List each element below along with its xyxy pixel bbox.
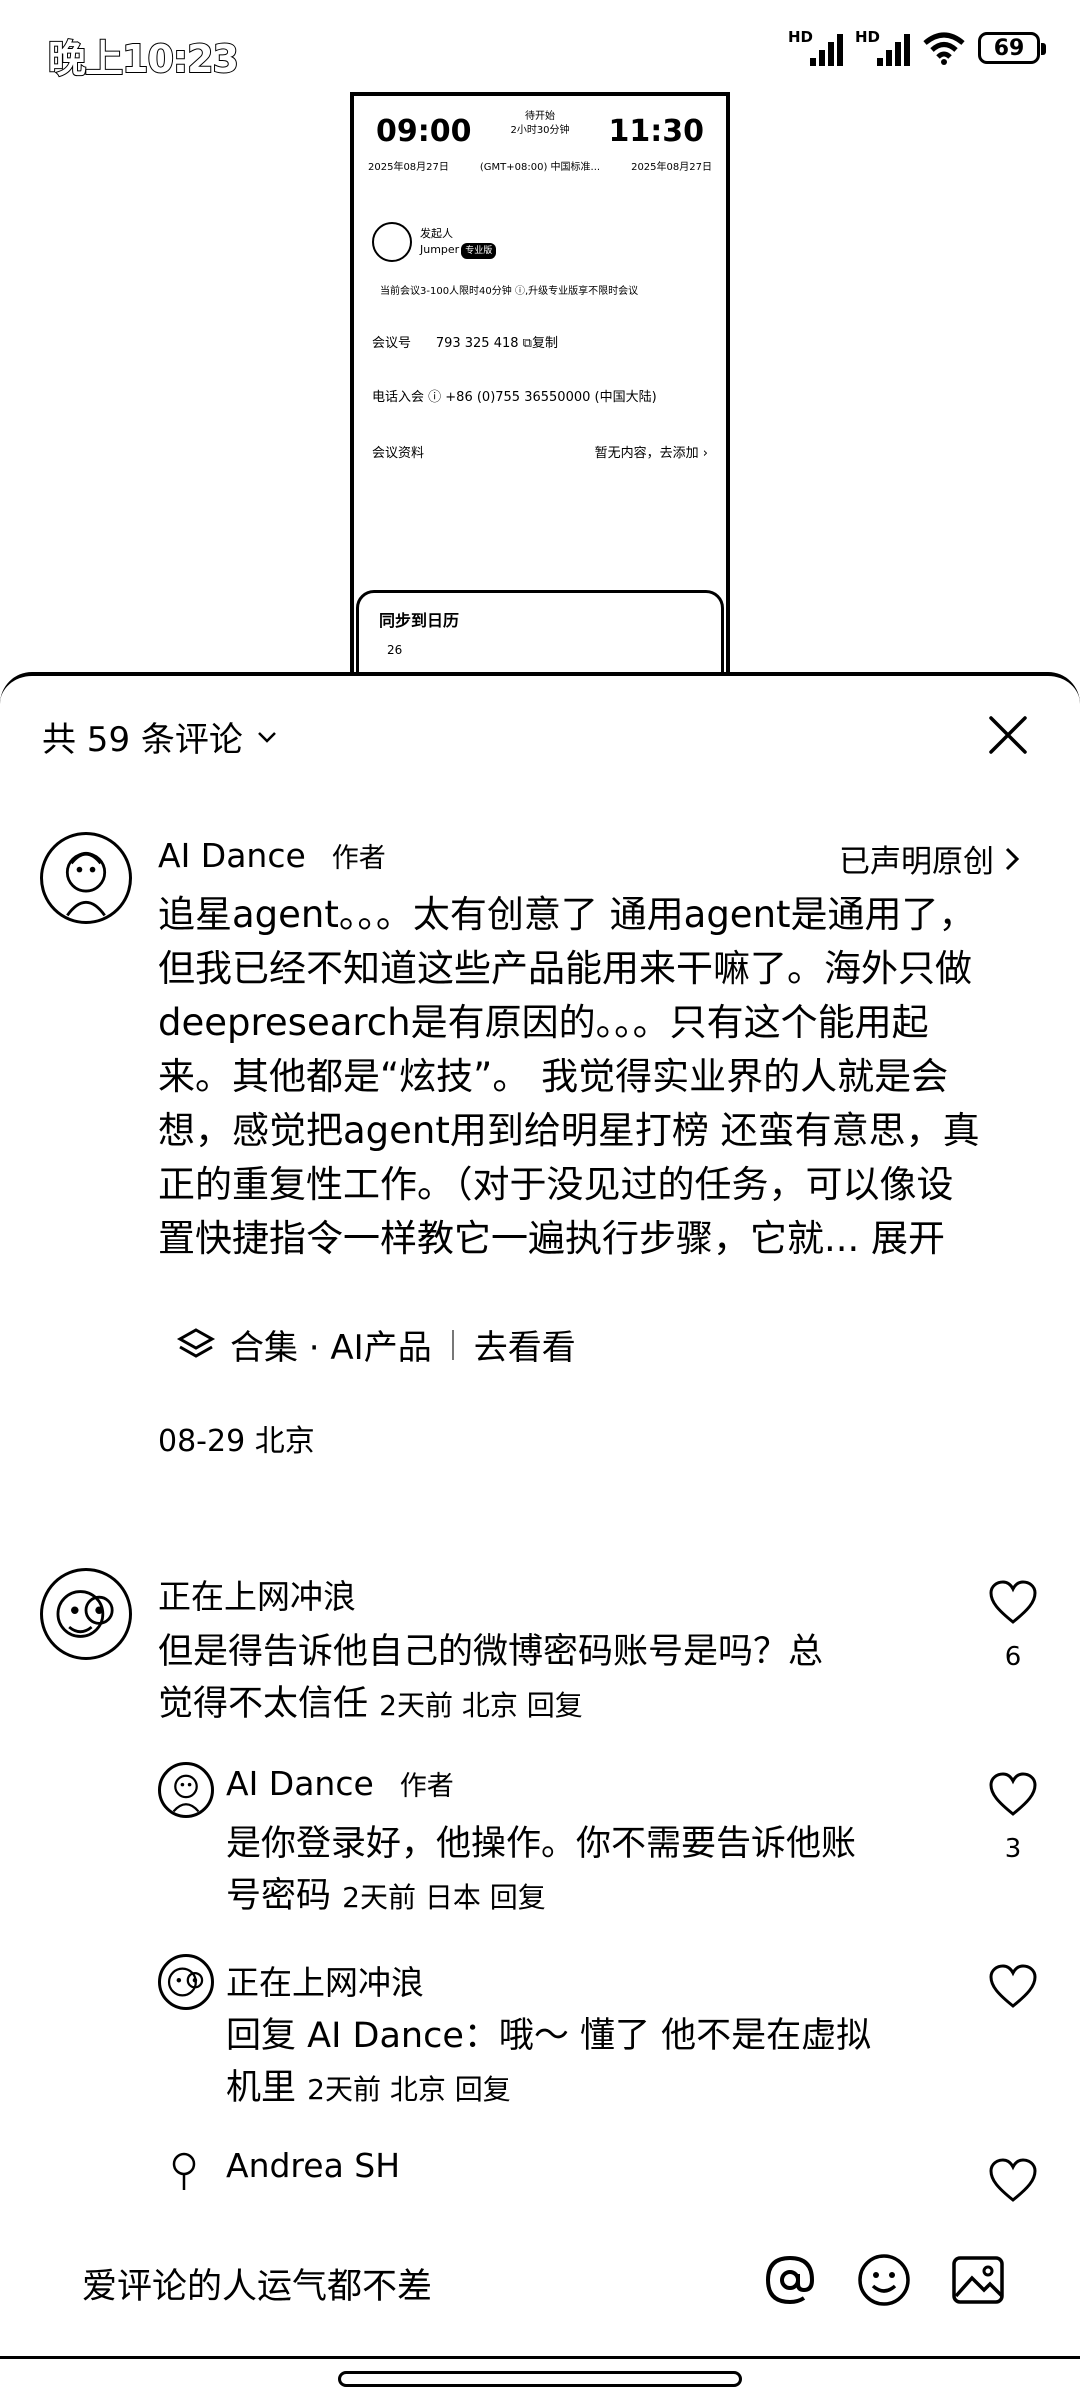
author-tag: 作者 xyxy=(399,1771,454,1802)
comment-author-name[interactable]: AI Dance 作者 xyxy=(226,1764,454,1803)
host-name: Jumper xyxy=(420,242,460,256)
avatar[interactable] xyxy=(158,1954,214,2010)
heart-icon[interactable] xyxy=(988,1772,1038,1818)
copy-label: 复制 xyxy=(531,336,558,351)
chevron-right-icon: › xyxy=(702,446,708,461)
divider xyxy=(0,2356,1080,2359)
signal-icon: HD xyxy=(855,28,910,66)
comment-line: 号密码 xyxy=(226,1876,332,1916)
comment-line: 回复 AI Dance：哦～ 懂了 他不是在虚拟 xyxy=(226,2016,872,2056)
comment-line: 来。其他都是“炫技”。 我觉得实业界的人就是会 xyxy=(158,1055,949,1098)
comment-text: 是你登录好，他操作。你不需要告诉他账 号密码 2天前 日本 回复 xyxy=(226,1818,856,1924)
comment-text: 但是得告诉他自己的微博密码账号是吗？总 觉得不太信任 2天前 北京 回复 xyxy=(158,1626,823,1732)
meeting-status-label: 待开始 xyxy=(525,111,555,122)
emoji-icon[interactable] xyxy=(854,2250,914,2310)
heart-icon[interactable] xyxy=(988,1580,1038,1626)
comment-date-location: 08-29 北京 xyxy=(158,1424,315,1459)
battery-level: 69 xyxy=(993,35,1025,61)
collection-link[interactable]: 合集 · AI产品 去看看 xyxy=(176,1320,576,1369)
wifi-icon xyxy=(923,32,965,65)
meeting-end-time: 11:30 xyxy=(608,114,705,149)
like-count: 6 xyxy=(1004,1642,1022,1672)
comment-line: 但是得告诉他自己的微博密码账号是吗？总 xyxy=(158,1632,824,1672)
comment-line: 正的重复性工作。（对于没见过的任务，可以像设 xyxy=(158,1163,954,1206)
top-comment-text: 追星agent。。。太有创意了 通用agent是通用了， 但我已经不知道这些产品… xyxy=(158,888,1038,1266)
mention-icon[interactable] xyxy=(760,2250,820,2310)
avatar[interactable] xyxy=(166,2148,202,2192)
comment-meta[interactable]: 2天前 北京 回复 xyxy=(307,2073,511,2106)
status-time: 晚上10:23 xyxy=(47,36,240,82)
phone-dial-row: 电话入会 ⓘ +86 (0)755 36550000 (中国大陆) xyxy=(372,386,708,405)
home-indicator[interactable] xyxy=(338,2371,742,2387)
meeting-start-date: 2025年08月27日 xyxy=(368,162,449,173)
heart-icon[interactable] xyxy=(988,2158,1038,2204)
meeting-duration: 2小时30分钟 xyxy=(510,125,570,136)
comment-line: 觉得不太信任 xyxy=(158,1684,369,1724)
comment-count-dropdown[interactable]: 共 59 条评论 xyxy=(42,712,279,761)
phone-dial-value: +86 (0)755 36550000 (中国大陆) xyxy=(445,390,657,405)
signal-icon: HD xyxy=(788,28,843,66)
comment-author-name[interactable]: AI Dance 作者 xyxy=(158,836,386,875)
meeting-materials-row: 会议资料 暂无内容，去添加 › xyxy=(372,442,708,461)
battery-icon: 69 xyxy=(978,32,1046,64)
expand-button[interactable]: 展开 xyxy=(871,1217,945,1260)
like-count: 3 xyxy=(1004,1834,1022,1864)
comment-line: 置快捷指令一样教它一遍执行步骤，它就... xyxy=(158,1217,872,1260)
collection-label: 合集 · AI产品 xyxy=(230,1328,432,1368)
materials-value: 暂无内容，去添加 xyxy=(594,446,699,461)
comment-line: 机里 xyxy=(226,2068,297,2108)
phone-dial-label: 电话入会 ⓘ xyxy=(372,390,442,405)
chevron-right-icon xyxy=(1005,847,1020,870)
meeting-id: 793 325 418 xyxy=(435,336,519,351)
meeting-id-row: 会议号 793 325 418 ⧉复制 xyxy=(372,332,708,351)
comment-line: deepresearch是有原因的。。。只有这个能用起 xyxy=(158,1001,929,1044)
original-claim-link[interactable]: 已声明原创 xyxy=(839,836,1020,881)
video-frame[interactable]: 09:00 待开始 2小时30分钟 11:30 2025年08月27日 (GMT… xyxy=(350,92,730,712)
meeting-id-label: 会议号 xyxy=(372,336,412,351)
comment-input[interactable]: 爱评论的人运气都不差 xyxy=(82,2258,432,2309)
comment-text: 回复 AI Dance：哦～ 懂了 他不是在虚拟 机里 2天前 北京 回复 xyxy=(226,2010,871,2116)
copy-icon: ⧉ xyxy=(522,336,532,351)
meeting-start-time: 09:00 xyxy=(376,114,472,149)
calendar-sync-title: 同步到日历 xyxy=(379,611,460,630)
materials-label: 会议资料 xyxy=(372,446,425,461)
comment-meta[interactable]: 2天前 日本 回复 xyxy=(342,1881,546,1914)
comment-line: 追星agent。。。太有创意了 通用agent是通用了， xyxy=(158,893,976,936)
author-tag: 作者 xyxy=(331,843,386,874)
comment-line: 是你登录好，他操作。你不需要告诉他账 xyxy=(226,1824,857,1864)
divider xyxy=(451,1329,454,1360)
comment-line: 但我已经不知道这些产品能用来干嘛了。海外只做 xyxy=(158,947,972,990)
layers-icon xyxy=(176,1327,216,1358)
meeting-status: 待开始 2小时30分钟 xyxy=(510,110,569,138)
meeting-dates: 2025年08月27日 (GMT+08:00) 中国标准... 2025年08月… xyxy=(368,158,712,173)
meeting-host: 发起人 Jumper 专业版 xyxy=(372,222,497,262)
meeting-end-date: 2025年08月27日 xyxy=(631,162,712,173)
chevron-down-icon xyxy=(258,731,276,743)
host-label: 发起人 xyxy=(420,226,453,240)
close-icon[interactable] xyxy=(985,712,1031,758)
comment-count-title: 共 59 条评论 xyxy=(42,720,243,760)
status-icons: HD HD 69 xyxy=(788,28,1046,66)
comment-author-name[interactable]: 正在上网冲浪 xyxy=(226,1956,424,2004)
comment-author-name[interactable]: 正在上网冲浪 xyxy=(158,1570,356,1618)
collection-action[interactable]: 去看看 xyxy=(474,1320,576,1369)
avatar[interactable] xyxy=(158,1762,214,1818)
heart-icon[interactable] xyxy=(988,1964,1038,2010)
avatar[interactable] xyxy=(40,832,132,924)
host-badge: 专业版 xyxy=(461,242,497,259)
meeting-limit-note: 当前会议3-100人限时40分钟 ⓘ,升级专业版享不限时会议 xyxy=(380,286,639,297)
comment-meta[interactable]: 2天前 北京 回复 xyxy=(379,1689,583,1722)
comment-author-name[interactable]: Andrea SH xyxy=(226,2146,400,2185)
image-icon[interactable] xyxy=(948,2250,1008,2310)
avatar[interactable] xyxy=(40,1568,132,1660)
comment-line: 想，感觉把agent用到给明星打榜 还蛮有意思，真 xyxy=(158,1109,980,1152)
avatar xyxy=(372,222,412,262)
meeting-timezone: (GMT+08:00) 中国标准... xyxy=(479,162,601,173)
calendar-sync-sub: 26 xyxy=(387,643,403,657)
